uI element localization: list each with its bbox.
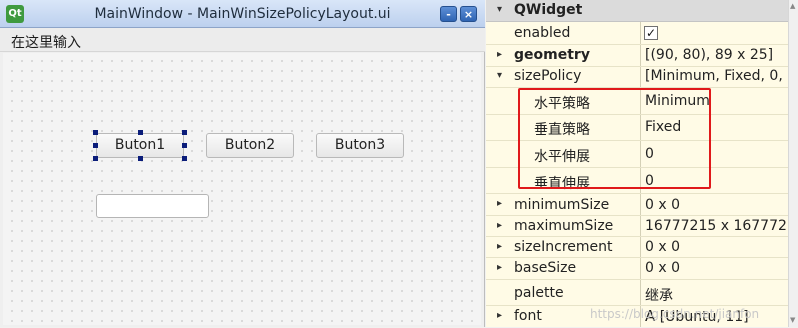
property-name: palette bbox=[514, 285, 564, 301]
form-canvas[interactable] bbox=[3, 53, 481, 325]
property-group-qwidget[interactable]: ▾ QWidget bbox=[486, 0, 798, 22]
resize-handle-bottom-right[interactable] bbox=[182, 156, 187, 161]
resize-handle-top-right[interactable] bbox=[182, 130, 187, 135]
resize-handle-left[interactable] bbox=[93, 143, 98, 148]
property-row-basesize[interactable]: ▸ baseSize 0 x 0 bbox=[486, 258, 798, 280]
property-name-cell: ▸ minimumSize bbox=[486, 194, 641, 215]
scroll-down-arrow-icon[interactable]: ▼ bbox=[790, 316, 795, 324]
property-value[interactable]: [(90, 80), 89 x 25] bbox=[645, 47, 773, 68]
property-name: maximumSize bbox=[514, 218, 614, 234]
property-row-sizeincrement[interactable]: ▸ sizeIncrement 0 x 0 bbox=[486, 237, 798, 258]
property-value[interactable]: 0 x 0 bbox=[645, 239, 680, 259]
expand-arrow-icon[interactable]: ▸ bbox=[497, 241, 502, 252]
menubar: 在这里输入 bbox=[0, 28, 485, 52]
resize-handle-right[interactable] bbox=[182, 143, 187, 148]
property-name: font bbox=[514, 308, 542, 324]
annotation-highlight-box bbox=[518, 88, 711, 189]
window-title: MainWindow - MainWinSizePolicyLayout.ui bbox=[94, 6, 391, 22]
property-name: sizePolicy bbox=[514, 68, 582, 84]
window-titlebar[interactable]: Qt MainWindow - MainWinSizePolicyLayout.… bbox=[0, 0, 485, 28]
property-value[interactable]: 16777215 x 16777215 bbox=[645, 218, 798, 238]
resize-handle-bottom-left[interactable] bbox=[93, 156, 98, 161]
expand-arrow-icon[interactable]: ▸ bbox=[497, 310, 502, 321]
property-name: baseSize bbox=[514, 260, 577, 276]
property-name-cell: ▸ baseSize bbox=[486, 258, 641, 279]
property-scrollbar[interactable]: ▲ ▼ bbox=[788, 0, 798, 327]
close-button[interactable]: × bbox=[460, 6, 477, 22]
buton2-button[interactable]: Buton2 bbox=[206, 133, 294, 158]
watermark: https://blog.csdn.net/jianfon bbox=[590, 307, 760, 321]
property-row-sizepolicy[interactable]: ▾ sizePolicy [Minimum, Fixed, 0, 0] bbox=[486, 67, 798, 88]
property-group-label: QWidget bbox=[514, 2, 583, 18]
menu-type-here-placeholder[interactable]: 在这里输入 bbox=[11, 32, 81, 52]
property-name-cell: ▸ maximumSize bbox=[486, 216, 641, 236]
minimize-button[interactable]: - bbox=[440, 6, 457, 22]
scroll-up-arrow-icon[interactable]: ▲ bbox=[790, 2, 795, 10]
enabled-checkbox[interactable]: ✓ bbox=[644, 26, 658, 40]
property-value[interactable]: 0 x 0 bbox=[645, 260, 680, 281]
property-name: geometry bbox=[514, 47, 590, 63]
property-name-cell: ▸ geometry bbox=[486, 45, 641, 66]
line-edit-input[interactable] bbox=[96, 194, 209, 218]
property-name-cell: ▾ sizePolicy bbox=[486, 67, 641, 87]
property-row-geometry[interactable]: ▸ geometry [(90, 80), 89 x 25] bbox=[486, 45, 798, 67]
buton1-button[interactable]: Buton1 bbox=[96, 133, 184, 158]
property-name: enabled bbox=[514, 25, 571, 41]
property-name-cell: enabled bbox=[486, 22, 641, 44]
buton3-button[interactable]: Buton3 bbox=[316, 133, 404, 158]
resize-handle-top[interactable] bbox=[138, 130, 143, 135]
property-value[interactable]: 0 x 0 bbox=[645, 197, 680, 218]
expand-arrow-icon[interactable]: ▸ bbox=[497, 220, 502, 231]
resize-handle-bottom[interactable] bbox=[138, 156, 143, 161]
collapse-arrow-icon[interactable]: ▾ bbox=[497, 70, 502, 81]
property-row-palette[interactable]: palette 继承 bbox=[486, 280, 798, 306]
form-window: Qt MainWindow - MainWinSizePolicyLayout.… bbox=[0, 0, 485, 327]
collapse-arrow-icon[interactable]: ▾ bbox=[497, 4, 502, 15]
property-name: minimumSize bbox=[514, 197, 610, 213]
property-name-cell: ▸ sizeIncrement bbox=[486, 237, 641, 257]
resize-handle-top-left[interactable] bbox=[93, 130, 98, 135]
property-row-minimumsize[interactable]: ▸ minimumSize 0 x 0 bbox=[486, 194, 798, 216]
property-value[interactable]: [Minimum, Fixed, 0, 0] bbox=[645, 68, 798, 88]
property-row-maximumsize[interactable]: ▸ maximumSize 16777215 x 16777215 bbox=[486, 216, 798, 237]
expand-arrow-icon[interactable]: ▸ bbox=[497, 198, 502, 209]
property-name: sizeIncrement bbox=[514, 239, 613, 255]
property-row-enabled[interactable]: enabled ✓ bbox=[486, 22, 798, 45]
property-name-cell: palette bbox=[486, 280, 641, 305]
expand-arrow-icon[interactable]: ▸ bbox=[497, 49, 502, 60]
expand-arrow-icon[interactable]: ▸ bbox=[497, 262, 502, 273]
